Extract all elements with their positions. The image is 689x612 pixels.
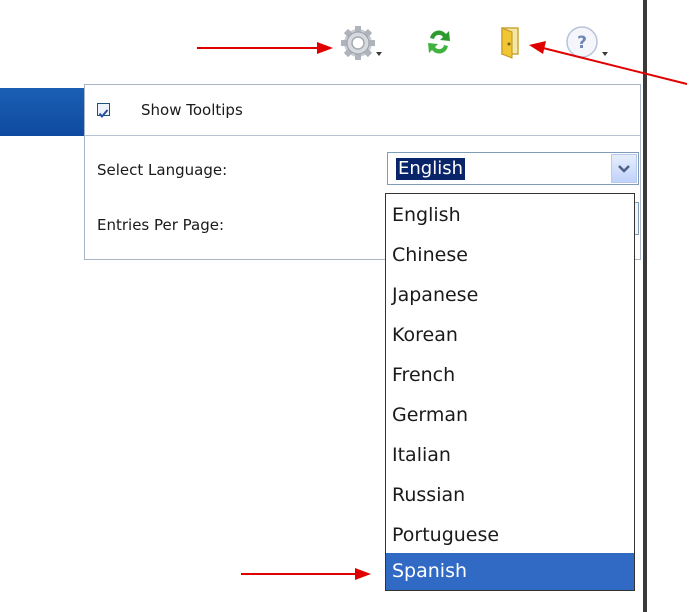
select-language-label: Select Language: [97,161,228,179]
show-tooltips-label: Show Tooltips [141,101,243,119]
language-option-japanese[interactable]: Japanese [386,275,634,315]
language-option-chinese[interactable]: Chinese [386,235,634,275]
checkmark-icon [98,109,109,119]
language-option-french[interactable]: French [386,355,634,395]
panel-divider [85,135,640,136]
refresh-icon[interactable] [424,24,454,60]
language-option-korean[interactable]: Korean [386,315,634,355]
language-select-value: English [396,158,465,180]
annotation-arrow-settings [197,42,333,54]
entries-per-page-label: Entries Per Page: [97,216,225,234]
language-option-german[interactable]: German [386,395,634,435]
annotation-arrow-exit [529,41,688,85]
annotation-arrow-spanish [241,568,371,580]
header-band [0,88,84,136]
language-options-list: English Chinese Japanese Korean French G… [385,193,635,591]
language-option-italian[interactable]: Italian [386,435,634,475]
show-tooltips-checkbox[interactable] [97,103,110,119]
settings-gear-icon[interactable] [340,24,384,64]
language-option-portuguese[interactable]: Portuguese [386,515,634,555]
language-select[interactable]: English [387,152,639,185]
language-option-english[interactable]: English [386,195,634,235]
chevron-down-icon [618,165,630,173]
language-option-spanish[interactable]: Spanish [386,553,634,590]
language-option-russian[interactable]: Russian [386,475,634,515]
dropdown-toggle-button[interactable] [611,154,637,183]
exit-door-icon[interactable] [496,22,524,62]
